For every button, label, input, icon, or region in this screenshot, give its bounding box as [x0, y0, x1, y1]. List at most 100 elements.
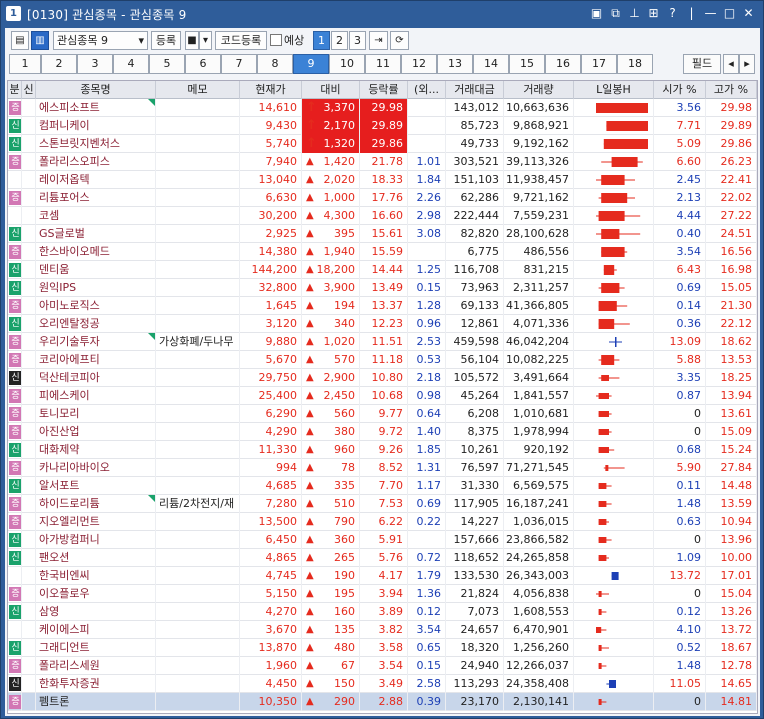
- tab-9[interactable]: 9: [293, 54, 329, 74]
- table-row[interactable]: 증 코리아에프티 5,670 ▲ 570 11.18 0.53 56,104 10,082,22…: [8, 351, 757, 369]
- table-row[interactable]: 증 우리기술투자 가상화폐/두나무 9,880 ▲ 1,020 11.51 2.53 459,5…: [8, 333, 757, 351]
- restore-icon[interactable]: ⧉: [607, 5, 624, 22]
- new-flag-cell: [22, 693, 36, 711]
- column-header[interactable]: 분: [8, 81, 22, 99]
- color-dropdown-icon[interactable]: ▾: [199, 31, 212, 50]
- page-button-2[interactable]: 2: [331, 31, 348, 50]
- table-row[interactable]: 신 대화제약 11,330 ▲ 960 9.26 1.85 10,261 920,192 0.68…: [8, 441, 757, 459]
- table-row[interactable]: 신 GS글로벌 2,925 ▲ 395 15.61 3.08 82,820 28,100,628…: [8, 225, 757, 243]
- color-square-icon[interactable]: ■: [185, 31, 199, 50]
- tab-2[interactable]: 2: [41, 54, 77, 74]
- current-price: 14,380: [240, 243, 302, 261]
- table-row[interactable]: 신 덴티움 144,200 ▲ 18,200 14.44 1.25 116,708 831,21…: [8, 261, 757, 279]
- table-row[interactable]: 한국비엔씨 4,745 ▲ 190 4.17 1.79 133,530 26,343,003 1…: [8, 567, 757, 585]
- tab-12[interactable]: 12: [401, 54, 437, 74]
- column-header[interactable]: 거래대금: [446, 81, 504, 99]
- table-row[interactable]: 케이에스피 3,670 ▲ 135 3.82 3.54 24,657 6,470,901 4.1…: [8, 621, 757, 639]
- tab-15[interactable]: 15: [509, 54, 545, 74]
- table-row[interactable]: 증 카나리아바이오 994 ▲ 78 8.52 1.31 76,597 71,271,545 5.…: [8, 459, 757, 477]
- table-row[interactable]: 증 이오플로우 5,150 ▲ 195 3.94 1.36 21,824 4,056,838 0 1…: [8, 585, 757, 603]
- table-row[interactable]: 증 아미노로직스 1,645 ▲ 194 13.37 1.28 69,133 41,366,80…: [8, 297, 757, 315]
- table-row[interactable]: 증 폴라리스오피스 7,940 ▲ 1,420 21.78 1.01 303,521 39,11…: [8, 153, 757, 171]
- table-row[interactable]: 증 한스바이오메드 14,380 ▲ 1,940 15.59 6,775 486,556 3.5…: [8, 243, 757, 261]
- table-row[interactable]: 신 스톤브릿지벤처스 5,740 ↑ 1,320 29.86 49,733 9,192,162…: [8, 135, 757, 153]
- scroll-left-icon[interactable]: ◂: [723, 54, 739, 74]
- table-row[interactable]: 증 피에스케이 25,400 ▲ 2,450 10.68 0.98 45,264 1,841,5…: [8, 387, 757, 405]
- tab-7[interactable]: 7: [221, 54, 257, 74]
- minimize-icon[interactable]: —: [702, 5, 719, 22]
- open-percent: 5.88: [654, 351, 706, 369]
- table-row[interactable]: 신 원익IPS 32,800 ▲ 3,900 13.49 0.15 73,963 2,311,2…: [8, 279, 757, 297]
- table-row[interactable]: 신 아가방컴퍼니 6,450 ▲ 360 5.91 157,666 23,866,582 0 13…: [8, 531, 757, 549]
- table-row[interactable]: 증 폴라리스세원 1,960 ▲ 67 3.54 0.15 24,940 12,266,037 1…: [8, 657, 757, 675]
- register-button[interactable]: 등록: [151, 31, 181, 50]
- table-row[interactable]: 코셈 30,200 ▲ 4,300 16.60 2.98 222,444 7,559,231 4…: [8, 207, 757, 225]
- close-icon[interactable]: ✕: [740, 5, 757, 22]
- column-header[interactable]: 현재가: [240, 81, 302, 99]
- table-row[interactable]: 신 그래디언트 13,870 ▲ 480 3.58 0.65 18,320 1,256,260 0…: [8, 639, 757, 657]
- tab-17[interactable]: 17: [581, 54, 617, 74]
- column-header[interactable]: 신: [22, 81, 36, 99]
- field-button[interactable]: 필드: [683, 54, 721, 74]
- table-row[interactable]: 증 아진산업 4,290 ▲ 380 9.72 1.40 8,375 1,978,994 0 15.…: [8, 423, 757, 441]
- maximize-icon[interactable]: □: [721, 5, 738, 22]
- group-select[interactable]: 관심종목 9 ▾: [53, 31, 148, 50]
- table-row[interactable]: 레이저옵텍 13,040 ▲ 2,020 18.33 1.84 151,103 11,938,…: [8, 171, 757, 189]
- tab-13[interactable]: 13: [437, 54, 473, 74]
- tab-6[interactable]: 6: [185, 54, 221, 74]
- refresh-icon[interactable]: ⟳: [390, 31, 409, 50]
- page-button-3[interactable]: 3: [349, 31, 366, 50]
- help-icon[interactable]: ?: [664, 5, 681, 22]
- column-header[interactable]: 종목명: [36, 81, 156, 99]
- table-row[interactable]: 신 한화투자증권 4,450 ▲ 150 3.49 2.58 113,293 24,358,40…: [8, 675, 757, 693]
- table-row[interactable]: 신 알서포트 4,685 ▲ 335 7.70 1.17 31,330 6,569,575 0.1…: [8, 477, 757, 495]
- stock-name: 리튬포어스: [36, 189, 156, 207]
- page-button-1[interactable]: 1: [313, 31, 330, 50]
- memo: [156, 441, 240, 459]
- layout-toggle-icon[interactable]: ▤: [11, 31, 29, 50]
- high-percent: 10.00: [706, 549, 757, 567]
- tab-14[interactable]: 14: [473, 54, 509, 74]
- column-header[interactable]: 시가 %: [654, 81, 706, 99]
- watchlist-table[interactable]: 분 신 종목명 메모 현재가 대비 등락률 (외... 거래대금 거래량 L일봉H 시가 % 고가 % …: [7, 80, 758, 714]
- table-row[interactable]: 증 하이드로리튬 리튬/2차전지/재 7,280 ▲ 510 7.53 0.69 117,905…: [8, 495, 757, 513]
- tab-16[interactable]: 16: [545, 54, 581, 74]
- table-row[interactable]: 신 오리엔탈정공 3,120 ▲ 340 12.23 0.96 12,861 4,071,336…: [8, 315, 757, 333]
- export-icon[interactable]: ⇥: [369, 31, 388, 50]
- column-header[interactable]: 메모: [156, 81, 240, 99]
- scroll-right-icon[interactable]: ▸: [739, 54, 755, 74]
- tab-4[interactable]: 4: [113, 54, 149, 74]
- tab-8[interactable]: 8: [257, 54, 293, 74]
- tab-5[interactable]: 5: [149, 54, 185, 74]
- code-register-button[interactable]: 코드등록: [215, 31, 267, 50]
- grid-icon[interactable]: ⊞: [645, 5, 662, 22]
- table-row[interactable]: 증 펨트론 10,350 ▲ 290 2.88 0.39 23,170 2,130,141 0 14…: [8, 693, 757, 711]
- up-triangle-icon: ▲: [306, 534, 314, 545]
- column-header[interactable]: (외...: [408, 81, 446, 99]
- tab-3[interactable]: 3: [77, 54, 113, 74]
- column-header[interactable]: 등락률: [360, 81, 408, 99]
- table-row[interactable]: 증 리튬포어스 6,630 ▲ 1,000 17.76 2.26 62,286 9,721,16…: [8, 189, 757, 207]
- tab-11[interactable]: 11: [365, 54, 401, 74]
- title-bar[interactable]: 1 [0130] 관심종목 - 관심종목 9 ▣ ⧉ ⊥ ⊞ ? | — □ ✕: [1, 1, 763, 27]
- table-row[interactable]: 증 에스피소프트 14,610 ↑ 3,370 29.98 143,012 10,663,63…: [8, 99, 757, 117]
- tab-18[interactable]: 18: [617, 54, 653, 74]
- table-row[interactable]: 증 지오엘리먼트 13,500 ▲ 790 6.22 0.22 14,227 1,036,015…: [8, 513, 757, 531]
- table-row[interactable]: 신 덕산테코피아 29,750 ▲ 2,900 10.80 2.18 105,572 3,491…: [8, 369, 757, 387]
- candle-body: [601, 283, 620, 293]
- table-row[interactable]: 신 삼영 4,270 ▲ 160 3.89 0.12 7,073 1,608,553 0.12 13…: [8, 603, 757, 621]
- table-row[interactable]: 신 컴퍼니케이 9,430 ↑ 2,170 29.89 85,723 9,868,921 7.7…: [8, 117, 757, 135]
- list-mode-icon[interactable]: ▥: [31, 31, 49, 50]
- pin-icon[interactable]: ⊥: [626, 5, 643, 22]
- tab-10[interactable]: 10: [329, 54, 365, 74]
- memo: [156, 621, 240, 639]
- window-list-icon[interactable]: ▣: [588, 5, 605, 22]
- table-row[interactable]: 증 토니모리 6,290 ▲ 560 9.77 0.64 6,208 1,010,681 0 13.…: [8, 405, 757, 423]
- column-header[interactable]: 고가 %: [706, 81, 757, 99]
- forecast-checkbox[interactable]: [270, 34, 282, 46]
- column-header[interactable]: 대비: [302, 81, 360, 99]
- tab-1[interactable]: 1: [9, 54, 41, 74]
- table-row[interactable]: 신 팬오션 4,865 ▲ 265 5.76 0.72 118,652 24,265,858 1.…: [8, 549, 757, 567]
- column-header[interactable]: 거래량: [504, 81, 574, 99]
- column-header[interactable]: L일봉H: [574, 81, 654, 99]
